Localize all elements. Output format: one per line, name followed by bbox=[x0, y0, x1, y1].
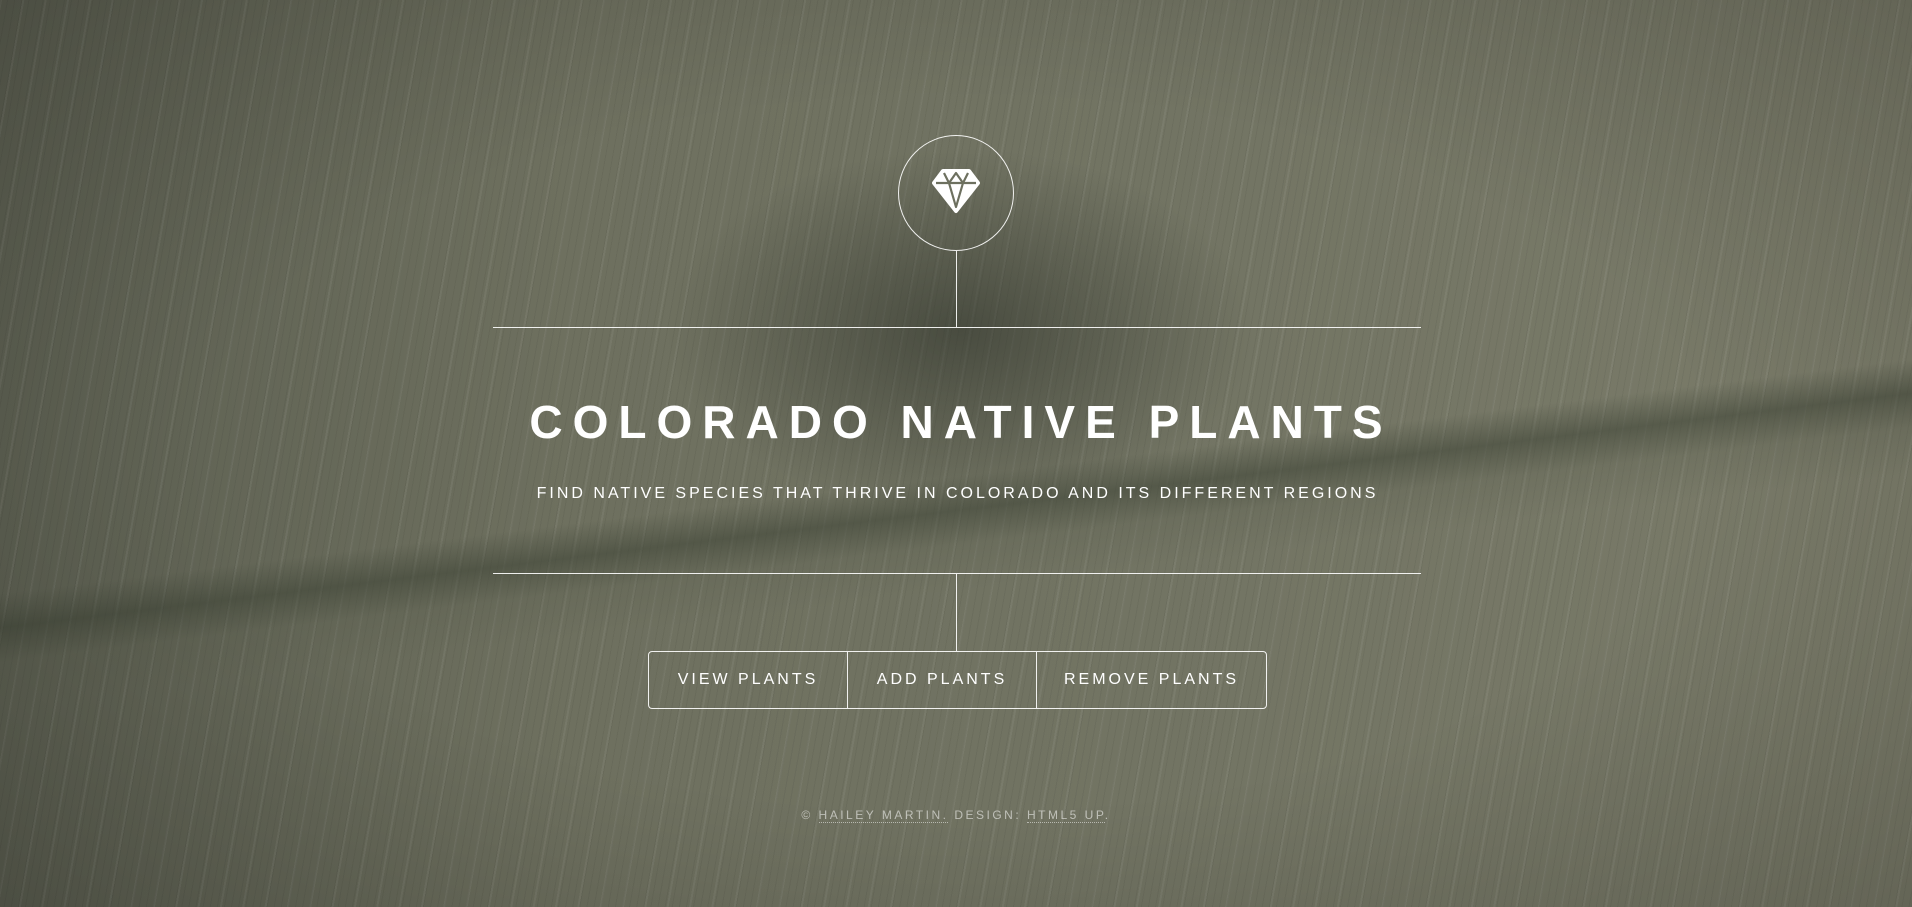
divider-top bbox=[493, 327, 1421, 328]
logo-circle bbox=[898, 135, 1014, 251]
view-plants-button[interactable]: VIEW PLANTS bbox=[649, 652, 847, 708]
footer: © HAILEY MARTIN. DESIGN: HTML5 UP. bbox=[0, 806, 1912, 824]
design-label: DESIGN: bbox=[954, 808, 1022, 822]
add-plants-button[interactable]: ADD PLANTS bbox=[847, 652, 1036, 708]
page-subtitle: FIND NATIVE SPECIES THAT THRIVE IN COLOR… bbox=[536, 485, 1379, 502]
page: { "header": { "logo_icon": "diamond-icon… bbox=[0, 0, 1912, 907]
copyright-symbol: © bbox=[801, 808, 813, 822]
main-nav: VIEW PLANTS ADD PLANTS REMOVE PLANTS bbox=[648, 651, 1267, 709]
diamond-icon bbox=[931, 168, 981, 219]
divider-bottom bbox=[493, 573, 1421, 574]
footer-period: . bbox=[1104, 808, 1111, 822]
page-title: COLORADO NATIVE PLANTS bbox=[529, 396, 1393, 448]
remove-plants-button[interactable]: REMOVE PLANTS bbox=[1036, 652, 1266, 708]
connector-line-bottom bbox=[956, 574, 957, 651]
html5up-link[interactable]: HTML5 UP bbox=[1027, 808, 1105, 823]
author-link[interactable]: HAILEY MARTIN. bbox=[818, 808, 949, 823]
connector-line-top bbox=[956, 251, 957, 327]
